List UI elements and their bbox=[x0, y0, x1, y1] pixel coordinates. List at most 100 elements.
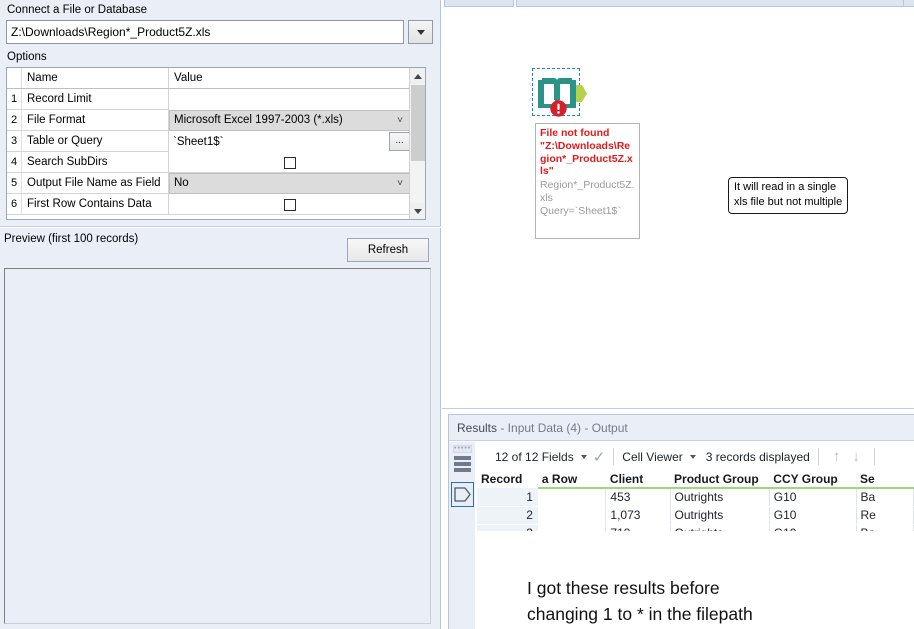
options-label: Options bbox=[7, 51, 47, 63]
cell-record: 1 bbox=[477, 488, 538, 506]
refresh-button[interactable]: Refresh bbox=[347, 238, 429, 262]
cell-product-group: Outrights bbox=[670, 524, 769, 531]
column-header-se[interactable]: Se bbox=[856, 471, 913, 488]
scroll-down-button[interactable] bbox=[410, 203, 426, 219]
option-row-table-or-query[interactable]: 3 Table or Query `Sheet1$` ... bbox=[7, 131, 411, 152]
output-filename-select[interactable]: No ˅ bbox=[169, 173, 411, 194]
column-header-record[interactable]: Record bbox=[477, 471, 538, 488]
output-port-shape-icon bbox=[454, 487, 471, 502]
option-value-cell[interactable] bbox=[169, 194, 411, 214]
records-displayed-label: 3 records displayed bbox=[706, 450, 810, 464]
rail-grip-handle[interactable]: ••••• bbox=[453, 445, 472, 453]
search-subdirs-checkbox[interactable] bbox=[284, 157, 296, 169]
option-name: Table or Query bbox=[22, 131, 169, 151]
canvas-comment-callout[interactable]: It will read in a single xls file but no… bbox=[728, 177, 848, 214]
option-row-file-format[interactable]: 2 File Format Microsoft Excel 1997-2003 … bbox=[7, 110, 411, 131]
row-number: 2 bbox=[7, 110, 22, 130]
input-data-config-panel: Connect a File or Database Options Name … bbox=[0, 0, 441, 629]
option-row-record-limit[interactable]: 1 Record Limit bbox=[7, 89, 411, 110]
cell-ccy-group: G10 bbox=[769, 524, 856, 531]
node-error-query: Query=`Sheet1$` bbox=[540, 205, 635, 218]
tab-segment-right[interactable] bbox=[903, 0, 914, 7]
option-value-cell[interactable]: `Sheet1$` ... bbox=[169, 131, 411, 151]
options-grid-scrollbar[interactable] bbox=[409, 68, 425, 219]
error-badge-icon bbox=[550, 100, 567, 117]
browse-button[interactable]: ... bbox=[389, 132, 410, 151]
tab-segment-left[interactable] bbox=[444, 0, 514, 7]
chevron-down-icon bbox=[414, 209, 422, 214]
results-frame: Results - Input Data (4) - Output ••••• bbox=[448, 414, 914, 629]
node-output-port-icon[interactable] bbox=[576, 85, 587, 102]
row-number: 6 bbox=[7, 194, 22, 214]
first-row-contains-data-cell[interactable] bbox=[169, 194, 411, 215]
option-name: First Row Contains Data bbox=[22, 194, 169, 214]
option-value-cell[interactable] bbox=[169, 152, 411, 172]
column-header-client[interactable]: Client bbox=[606, 471, 670, 488]
cell-viewer-selector[interactable]: Cell Viewer bbox=[622, 450, 695, 464]
record-limit-input[interactable] bbox=[169, 89, 411, 110]
fields-selector-label: 12 of 12 Fields bbox=[495, 450, 574, 464]
connect-file-label: Connect a File or Database bbox=[7, 4, 147, 16]
results-list-icon[interactable] bbox=[454, 455, 471, 477]
column-header-product-group[interactable]: Product Group bbox=[670, 471, 769, 488]
fields-apply-check-icon[interactable]: ✓ bbox=[593, 448, 606, 466]
results-title-prefix: Results bbox=[457, 421, 497, 435]
cell-product-group: Outrights bbox=[670, 506, 769, 524]
workflow-canvas[interactable]: File not found "Z:\Downloads\Region*_Pro… bbox=[442, 0, 914, 408]
cell-client: 719 bbox=[606, 524, 670, 531]
results-toolbar[interactable]: 12 of 12 Fields ✓ Cell Viewer 3 records … bbox=[477, 442, 914, 471]
option-row-output-filename-as-field[interactable]: 5 Output File Name as Field No ˅ bbox=[7, 173, 411, 194]
option-value-cell[interactable] bbox=[169, 89, 411, 109]
scroll-up-button[interactable] bbox=[410, 68, 426, 84]
chevron-down-icon: ˅ bbox=[393, 111, 407, 130]
cell-viewer-label: Cell Viewer bbox=[622, 450, 682, 464]
option-value-cell[interactable]: No ˅ bbox=[169, 173, 411, 193]
file-format-select[interactable]: Microsoft Excel 1997-2003 (*.xls) ˅ bbox=[169, 110, 411, 131]
tab-segment-active[interactable] bbox=[516, 0, 914, 7]
option-row-first-row-contains-data[interactable]: 6 First Row Contains Data bbox=[7, 194, 411, 215]
results-data-table[interactable]: Record a Row Client Product Group CCY Gr… bbox=[477, 471, 914, 531]
row-number: 3 bbox=[7, 131, 22, 151]
table-or-query-input[interactable]: `Sheet1$` ... bbox=[169, 131, 411, 152]
chevron-down-icon bbox=[690, 455, 696, 459]
results-title-detail: - Input Data (4) - Output bbox=[497, 421, 628, 435]
table-row[interactable]: 2 1,073 Outrights G10 Re bbox=[477, 506, 914, 524]
table-row[interactable]: 1 453 Outrights G10 Ba bbox=[477, 488, 914, 506]
previous-record-arrow-up-icon[interactable]: ↑ bbox=[833, 448, 841, 465]
grid-header-value: Value bbox=[169, 68, 411, 88]
results-side-rail[interactable]: ••••• bbox=[449, 442, 476, 629]
search-subdirs-cell[interactable] bbox=[169, 152, 411, 173]
cell-ccy-group: G10 bbox=[769, 506, 856, 524]
filepath-input[interactable] bbox=[6, 20, 404, 44]
table-row[interactable]: 3 719 Outrights G10 Ba bbox=[477, 524, 914, 531]
cell-client: 1,073 bbox=[606, 506, 670, 524]
cell-ccy-group: G10 bbox=[769, 488, 856, 506]
cell-product-group: Outrights bbox=[670, 488, 769, 506]
option-value-cell[interactable]: Microsoft Excel 1997-2003 (*.xls) ˅ bbox=[169, 110, 411, 130]
column-header-a-row[interactable]: a Row bbox=[538, 471, 606, 488]
preview-area bbox=[4, 268, 431, 624]
options-grid-header: Name Value bbox=[7, 68, 411, 89]
chevron-up-icon bbox=[414, 74, 422, 79]
grid-header-name: Name bbox=[22, 68, 169, 88]
input-data-node[interactable] bbox=[532, 68, 580, 116]
results-panel: Results - Input Data (4) - Output ••••• bbox=[442, 408, 914, 629]
filepath-combobox[interactable] bbox=[6, 20, 433, 44]
fields-selector[interactable]: 12 of 12 Fields bbox=[495, 450, 587, 464]
next-record-arrow-down-icon[interactable]: ↓ bbox=[852, 448, 860, 465]
app-window: Connect a File or Database Options Name … bbox=[0, 0, 914, 629]
table-or-query-value: `Sheet1$` bbox=[173, 132, 389, 152]
option-name: Record Limit bbox=[22, 89, 169, 109]
column-header-ccy-group[interactable]: CCY Group bbox=[769, 471, 856, 488]
options-grid[interactable]: Name Value 1 Record Limit 2 Fil bbox=[6, 67, 426, 220]
scrollbar-thumb[interactable] bbox=[411, 85, 425, 161]
cell-se: Ba bbox=[856, 524, 913, 531]
cell-a-row bbox=[538, 524, 606, 531]
canvas-tab-strip bbox=[442, 0, 914, 8]
first-row-contains-data-checkbox[interactable] bbox=[284, 199, 296, 211]
cell-a-row bbox=[538, 506, 606, 524]
option-row-search-subdirs[interactable]: 4 Search SubDirs bbox=[7, 152, 411, 173]
results-output-anchor-icon[interactable] bbox=[451, 482, 474, 507]
row-number: 5 bbox=[7, 173, 22, 193]
filepath-dropdown-button[interactable] bbox=[408, 20, 433, 44]
